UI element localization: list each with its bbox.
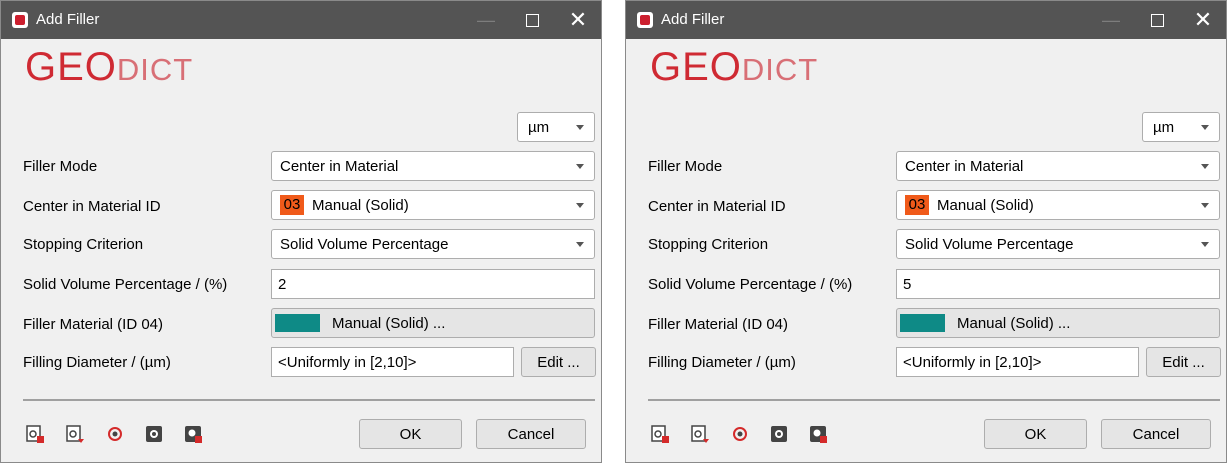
center-material-select[interactable]: 03 Manual (Solid) — [896, 190, 1220, 220]
title-bar: Add Filler — ✕ — [626, 1, 1226, 39]
settings-icon[interactable] — [769, 424, 789, 444]
stopping-criterion-select[interactable]: Solid Volume Percentage — [271, 229, 595, 259]
unit-value: µm — [1153, 118, 1175, 136]
filler-material-button[interactable]: Manual (Solid) ... — [896, 308, 1220, 338]
filler-material-label: Filler Material (ID 04) — [648, 316, 789, 333]
solid-volume-value: 5 — [903, 275, 912, 293]
material-color-swatch — [275, 314, 320, 332]
separator — [23, 399, 595, 401]
filler-mode-select[interactable]: Center in Material — [896, 151, 1220, 181]
refresh-icon[interactable] — [730, 424, 750, 444]
logo-dict: DICT — [116, 52, 194, 87]
solid-volume-label: Solid Volume Percentage / (%) — [648, 276, 853, 293]
cancel-button[interactable]: Cancel — [1101, 419, 1211, 449]
center-material-select[interactable]: 03 Manual (Solid) — [271, 190, 595, 220]
logo-dict: DICT — [741, 52, 819, 87]
solid-volume-label: Solid Volume Percentage / (%) — [23, 276, 228, 293]
unit-value: µm — [528, 118, 550, 136]
close-button[interactable]: ✕ — [555, 1, 601, 39]
maximize-button[interactable] — [509, 1, 555, 39]
stopping-criterion-value: Solid Volume Percentage — [280, 235, 449, 253]
filler-mode-value: Center in Material — [905, 157, 1024, 175]
filler-mode-select[interactable]: Center in Material — [271, 151, 595, 181]
settings-icon[interactable] — [144, 424, 164, 444]
separator — [648, 399, 1220, 401]
add-filler-dialog-2: Add Filler — ✕ GEODICT µm Filler Mode Ce… — [625, 0, 1227, 463]
filling-diameter-input[interactable]: <Uniformly in [2,10]> — [896, 347, 1139, 377]
chevron-down-icon — [576, 242, 584, 247]
minimize-button[interactable]: — — [463, 1, 509, 39]
filling-diameter-value: <Uniformly in [2,10]> — [903, 353, 1042, 371]
chevron-down-icon — [1201, 164, 1209, 169]
filling-diameter-input[interactable]: <Uniformly in [2,10]> — [271, 347, 514, 377]
load-icon[interactable] — [25, 424, 45, 444]
filling-diameter-label: Filling Diameter / (µm) — [23, 354, 171, 371]
filler-material-label: Filler Material (ID 04) — [23, 316, 164, 333]
edit-diameter-button[interactable]: Edit ... — [521, 347, 596, 377]
stopping-criterion-label: Stopping Criterion — [23, 236, 144, 253]
maximize-icon — [1150, 13, 1164, 27]
chevron-down-icon — [576, 164, 584, 169]
center-material-value: Manual (Solid) — [312, 196, 409, 214]
center-material-label: Center in Material ID — [23, 198, 161, 215]
center-material-value: Manual (Solid) — [937, 196, 1034, 214]
refresh-icon[interactable] — [105, 424, 125, 444]
stopping-criterion-value: Solid Volume Percentage — [905, 235, 1074, 253]
filler-mode-label: Filler Mode — [23, 158, 98, 175]
filler-mode-value: Center in Material — [280, 157, 399, 175]
geodict-app-icon — [12, 12, 28, 28]
save-icon[interactable] — [690, 424, 710, 444]
chevron-down-icon — [1201, 125, 1209, 130]
logo-geo: GEO — [25, 45, 117, 89]
geodict-logo: GEODICT — [650, 47, 818, 87]
cancel-button[interactable]: Cancel — [476, 419, 586, 449]
geodict-logo: GEODICT — [25, 47, 193, 87]
unit-select[interactable]: µm — [1142, 112, 1220, 142]
unit-select[interactable]: µm — [517, 112, 595, 142]
save-icon[interactable] — [65, 424, 85, 444]
window-title: Add Filler — [36, 11, 100, 28]
chevron-down-icon — [576, 203, 584, 208]
maximize-button[interactable] — [1134, 1, 1180, 39]
filler-material-button[interactable]: Manual (Solid) ... — [271, 308, 595, 338]
settings-lock-icon[interactable] — [808, 424, 828, 444]
center-material-label: Center in Material ID — [648, 198, 786, 215]
filler-material-value: Manual (Solid) ... — [332, 314, 446, 332]
title-bar: Add Filler — ✕ — [1, 1, 601, 39]
stopping-criterion-label: Stopping Criterion — [648, 236, 769, 253]
load-icon[interactable] — [650, 424, 670, 444]
filling-diameter-value: <Uniformly in [2,10]> — [278, 353, 417, 371]
chevron-down-icon — [1201, 242, 1209, 247]
minimize-button[interactable]: — — [1088, 1, 1134, 39]
window-title: Add Filler — [661, 11, 725, 28]
solid-volume-input[interactable]: 2 — [271, 269, 595, 299]
stopping-criterion-select[interactable]: Solid Volume Percentage — [896, 229, 1220, 259]
filling-diameter-label: Filling Diameter / (µm) — [648, 354, 796, 371]
material-color-swatch — [900, 314, 945, 332]
material-id-badge: 03 — [905, 195, 929, 215]
ok-button[interactable]: OK — [359, 419, 462, 449]
settings-lock-icon[interactable] — [183, 424, 203, 444]
filler-material-value: Manual (Solid) ... — [957, 314, 1071, 332]
geodict-app-icon — [637, 12, 653, 28]
edit-diameter-button[interactable]: Edit ... — [1146, 347, 1221, 377]
ok-button[interactable]: OK — [984, 419, 1087, 449]
maximize-icon — [525, 13, 539, 27]
add-filler-dialog-1: Add Filler — ✕ GEODICT µm Filler Mode Ce… — [0, 0, 602, 463]
filler-mode-label: Filler Mode — [648, 158, 723, 175]
chevron-down-icon — [1201, 203, 1209, 208]
solid-volume-input[interactable]: 5 — [896, 269, 1220, 299]
material-id-badge: 03 — [280, 195, 304, 215]
close-button[interactable]: ✕ — [1180, 1, 1226, 39]
solid-volume-value: 2 — [278, 275, 287, 293]
chevron-down-icon — [576, 125, 584, 130]
logo-geo: GEO — [650, 45, 742, 89]
